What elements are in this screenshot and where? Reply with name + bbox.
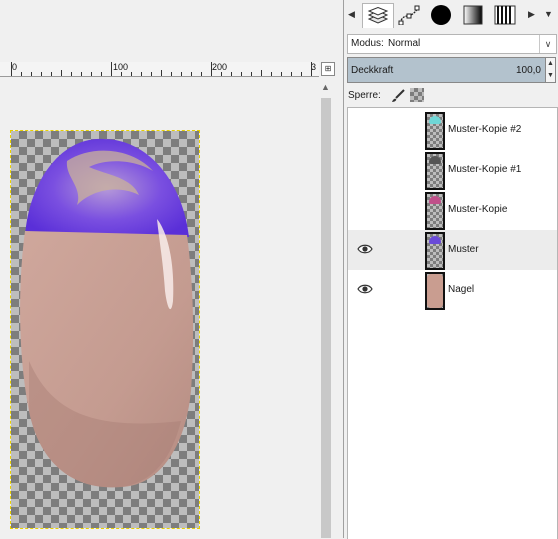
ruler-tick: [31, 72, 32, 76]
mode-value: Normal: [388, 38, 421, 49]
ruler-tick: [71, 72, 72, 76]
layer-row[interactable]: Muster: [348, 230, 557, 270]
tab-paths[interactable]: [394, 3, 424, 27]
nail-artwork: [20, 138, 194, 488]
ruler-tick: [141, 72, 142, 76]
layer-row[interactable]: Muster-Kopie #1: [348, 150, 557, 190]
layer-row[interactable]: Muster-Kopie #2: [348, 110, 557, 150]
ruler-tick: [211, 62, 212, 76]
ruler-tick: [231, 72, 232, 76]
layer-thumbnail: [425, 192, 445, 230]
ruler-tick: [51, 72, 52, 76]
ruler-tick: [61, 70, 62, 76]
chevron-down-icon[interactable]: ∨: [539, 35, 556, 53]
ruler-tick: [251, 72, 252, 76]
ruler-tick: [271, 72, 272, 76]
ruler-tick: [111, 62, 112, 76]
mode-label: Modus:: [351, 38, 384, 49]
vertical-scrollbar[interactable]: ▲: [319, 80, 333, 538]
layers-dock: ◀ ▶ ▼ Modus: Normal ∨ Deckkraft 100,0 ▲ …: [344, 0, 558, 539]
paths-icon: [398, 5, 420, 25]
layer-thumbnail: [425, 112, 445, 150]
tab-brushes[interactable]: [426, 3, 456, 27]
tab-patterns[interactable]: [490, 3, 520, 27]
ruler-tick: [281, 72, 282, 76]
layers-icon: [367, 7, 389, 24]
ruler-tick: [221, 72, 222, 76]
eye-icon[interactable]: [357, 282, 373, 296]
ruler-tick: [121, 72, 122, 76]
layer-thumbnail: [425, 272, 445, 310]
ruler-tick: [91, 72, 92, 76]
ruler-tick: [191, 72, 192, 76]
layer-thumbnail: [425, 152, 445, 190]
opacity-slider[interactable]: Deckkraft 100,0: [347, 57, 546, 83]
layer-name: Nagel: [448, 284, 475, 295]
ruler-tick: [291, 72, 292, 76]
ruler-tick: [41, 72, 42, 76]
ruler-tick: [311, 62, 312, 76]
lock-alpha-icon[interactable]: [410, 88, 424, 102]
gradient-icon: [463, 5, 483, 25]
ruler-tick: [301, 72, 302, 76]
ruler-tick: [261, 70, 262, 76]
layer-name: Muster-Kopie: [448, 204, 508, 215]
layer-name: Muster: [448, 244, 479, 255]
canvas-area[interactable]: 0 100 200 3 ⊞ ▲: [0, 0, 343, 538]
ruler-label-200: 200: [212, 62, 228, 72]
layer-name: Muster-Kopie #1: [448, 164, 522, 175]
mode-select[interactable]: Modus: Normal ∨: [347, 34, 557, 54]
ruler-tick: [241, 72, 242, 76]
lock-pixels-brush-icon[interactable]: [390, 88, 406, 104]
layer-thumbnail: [425, 232, 445, 270]
scrollbar-thumb[interactable]: [321, 98, 331, 538]
opacity-label: Deckkraft: [351, 65, 394, 76]
ruler-label-0: 0: [12, 62, 18, 72]
ruler-tick: [181, 72, 182, 76]
eye-icon[interactable]: [357, 242, 373, 256]
layer-name: Muster-Kopie #2: [448, 124, 522, 135]
ruler-tick: [81, 72, 82, 76]
tab-layers[interactable]: [362, 3, 394, 28]
ruler-tick: [131, 72, 132, 76]
ruler-tick: [171, 72, 172, 76]
ruler-tick: [201, 72, 202, 76]
horizontal-ruler[interactable]: 0 100 200 3: [0, 62, 322, 77]
ruler-tick: [101, 72, 102, 76]
ruler-tick: [21, 72, 22, 76]
tab-gradients[interactable]: [458, 3, 488, 27]
ruler-label-100: 100: [113, 62, 129, 72]
dock-tab-bar: ◀ ▶ ▼: [344, 0, 558, 30]
opacity-value: 100,0: [515, 65, 541, 76]
ruler-tick: [151, 72, 152, 76]
tabs-scroll-right-icon[interactable]: ▶: [528, 9, 535, 20]
ruler-tick: [11, 62, 12, 76]
layers-list[interactable]: Muster-Kopie #2 Muster-Kopie #1 Muster-K…: [347, 107, 558, 539]
image-canvas[interactable]: [10, 130, 200, 529]
tabs-scroll-left-icon[interactable]: ◀: [348, 9, 355, 20]
opacity-spin-buttons[interactable]: ▲ ▼: [545, 57, 556, 83]
pattern-icon: [494, 5, 516, 25]
navigate-icon[interactable]: ⊞: [321, 62, 335, 76]
scroll-up-icon[interactable]: ▲: [321, 82, 330, 92]
lock-label: Sperre:: [348, 90, 381, 101]
ruler-tick: [161, 70, 162, 76]
layer-row[interactable]: Muster-Kopie: [348, 190, 557, 230]
brush-circle-icon: [431, 5, 451, 25]
layer-row[interactable]: Nagel: [348, 270, 557, 310]
dock-menu-icon[interactable]: ▼: [544, 9, 553, 19]
